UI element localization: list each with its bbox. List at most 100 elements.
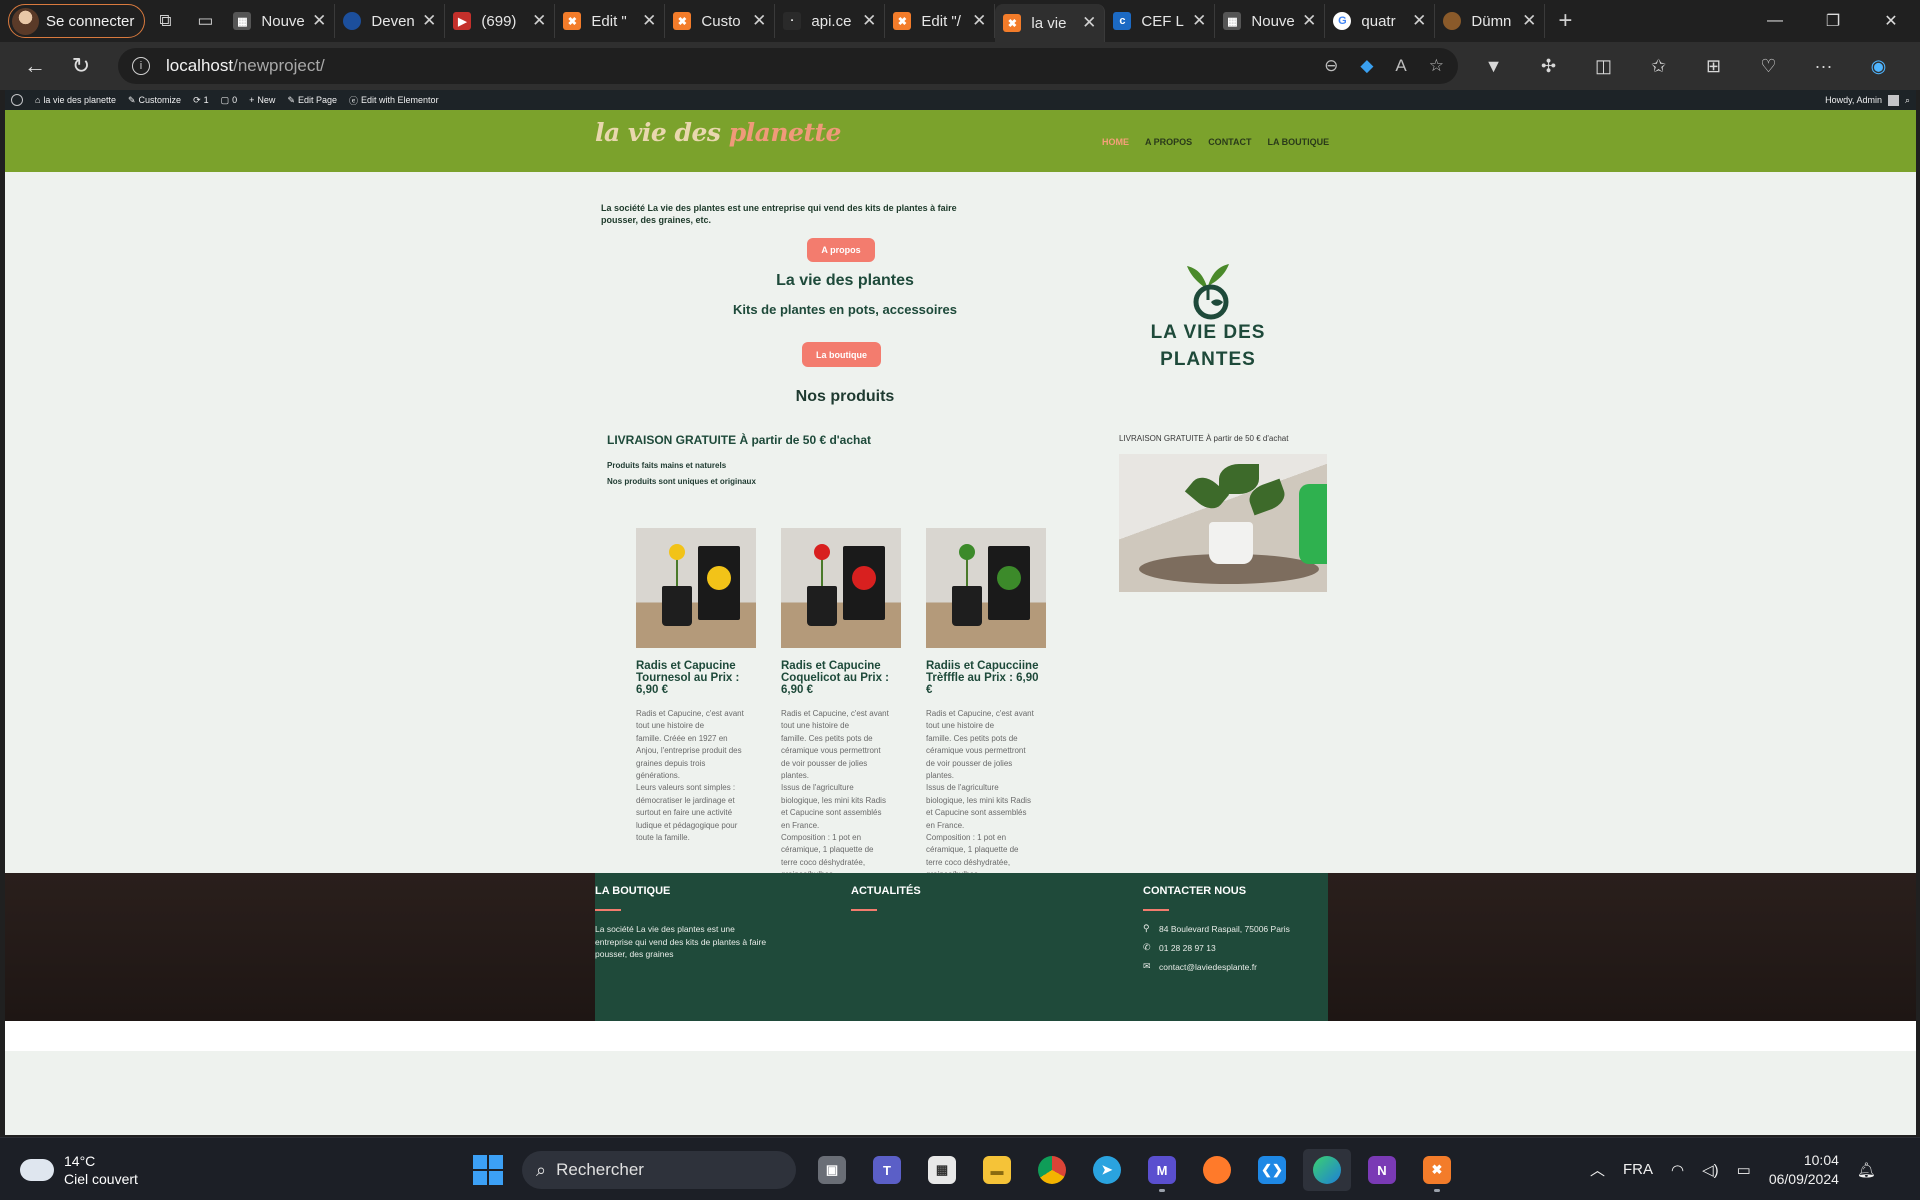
store-icon[interactable]: ▦ — [918, 1149, 966, 1191]
wifi-icon[interactable]: ◠ — [1671, 1161, 1684, 1179]
page-viewport: ⌂ la vie des planette ✎ Customize ⟳ 1 ▢ … — [5, 90, 1916, 1135]
wp-comments[interactable]: ▢ 0 — [221, 95, 238, 106]
product-image[interactable] — [926, 528, 1046, 648]
task-view-icon[interactable]: ▣ — [808, 1149, 856, 1191]
tab-nouveau-1[interactable]: ▦ Nouve ✕ — [225, 4, 336, 38]
close-tab-icon[interactable]: ✕ — [1522, 11, 1536, 31]
close-window-icon[interactable]: ✕ — [1862, 0, 1920, 42]
tab-nouveau-2[interactable]: ▦ Nouve ✕ — [1215, 4, 1326, 38]
close-tab-icon[interactable]: ✕ — [312, 11, 326, 31]
app-icon[interactable]: M — [1138, 1149, 1186, 1192]
tab-la-vie-active[interactable]: ✖ la vie ✕ — [995, 4, 1106, 42]
telegram-icon[interactable]: ➤ — [1083, 1149, 1131, 1191]
site-logo[interactable]: la vie des planette — [595, 118, 841, 147]
close-tab-icon[interactable]: ✕ — [1192, 11, 1206, 31]
close-tab-icon[interactable]: ✕ — [532, 11, 546, 31]
tab-devenir[interactable]: Deven ✕ — [335, 4, 446, 38]
wp-site-name[interactable]: ⌂ la vie des planette — [35, 95, 116, 105]
apropos-button[interactable]: A propos — [807, 238, 875, 262]
volume-icon[interactable]: ◁) — [1702, 1161, 1719, 1179]
taskbar-search[interactable]: ⌕ Rechercher — [522, 1151, 796, 1189]
wp-new[interactable]: + New — [249, 95, 275, 105]
coupon-tag-icon[interactable]: ◆ — [1360, 56, 1373, 76]
tab-youtube[interactable]: ▶ (699) ✕ — [445, 4, 556, 38]
chevron-up-icon[interactable]: ︿ — [1590, 1159, 1605, 1180]
reload-icon[interactable]: ↻ — [58, 46, 104, 86]
close-tab-icon[interactable]: ✕ — [1082, 13, 1096, 33]
wp-edit-page[interactable]: ✎ Edit Page — [287, 95, 337, 106]
site-info-icon[interactable]: i — [132, 57, 150, 75]
product-image[interactable] — [636, 528, 756, 648]
close-tab-icon[interactable]: ✕ — [642, 11, 656, 31]
menu-item-home[interactable]: HOME — [1102, 137, 1129, 147]
boutique-button[interactable]: La boutique — [802, 342, 881, 367]
firefox-icon[interactable] — [1193, 1149, 1241, 1191]
weather-widget[interactable]: 14°C Ciel couvert — [20, 1151, 138, 1188]
tab-google[interactable]: G quatr ✕ — [1325, 4, 1436, 38]
favorites-icon[interactable]: ✩ — [1631, 46, 1686, 86]
chrome-icon[interactable] — [1028, 1149, 1076, 1191]
close-tab-icon[interactable]: ✕ — [1302, 11, 1316, 31]
product-title[interactable]: Radis et Capucine Tournesol au Prix : 6,… — [636, 660, 758, 696]
wp-search-icon[interactable]: ⌕ — [1905, 95, 1910, 106]
page-bottom-strip — [5, 1021, 1916, 1051]
contact-phone[interactable]: ✆ 01 28 28 97 13 — [1143, 942, 1290, 953]
product-title[interactable]: Radis et Capucine Coquelicot au Prix : 6… — [781, 660, 903, 696]
wp-updates[interactable]: ⟳ 1 — [193, 95, 209, 106]
favorite-star-icon[interactable]: ☆ — [1429, 56, 1444, 76]
close-tab-icon[interactable]: ✕ — [422, 11, 436, 31]
language-indicator[interactable]: FRA — [1623, 1161, 1653, 1178]
contact-email[interactable]: ✉ contact@laviedesplante.fr — [1143, 961, 1290, 972]
new-tab-button[interactable]: + — [1545, 4, 1585, 38]
onenote-icon[interactable]: N — [1358, 1149, 1406, 1191]
close-tab-icon[interactable]: ✕ — [972, 11, 986, 31]
profile-button[interactable]: Se connecter — [8, 4, 146, 38]
windows-start-icon[interactable] — [473, 1155, 503, 1185]
workspaces-icon[interactable]: ⧉ — [145, 4, 185, 38]
clock[interactable]: 10:04 06/09/2024 — [1769, 1151, 1839, 1189]
battery-icon[interactable]: ▭ — [1737, 1161, 1751, 1179]
product-title[interactable]: Radiis et Capucciine Trèfffle au Prix : … — [926, 660, 1048, 696]
close-tab-icon[interactable]: ✕ — [1412, 11, 1426, 31]
teams-icon[interactable]: T — [863, 1149, 911, 1191]
wp-edit-elementor[interactable]: ⓔ Edit with Elementor — [349, 94, 439, 107]
menu-item-apropos[interactable]: A PROPOS — [1145, 137, 1192, 147]
copilot-icon[interactable]: ◉ — [1851, 46, 1906, 86]
tab-api[interactable]: · api.ce ✕ — [775, 4, 886, 38]
menu-item-contact[interactable]: CONTACT — [1208, 137, 1251, 147]
wp-howdy[interactable]: Howdy, Admin — [1825, 95, 1882, 105]
address-bar[interactable]: i localhost/newproject/ ⊖ ◆ A ☆ — [118, 48, 1458, 84]
zoom-out-icon[interactable]: ⊖ — [1324, 56, 1338, 76]
read-aloud-icon[interactable]: A — [1395, 56, 1406, 76]
close-tab-icon[interactable]: ✕ — [752, 11, 766, 31]
tab-actions-icon[interactable]: ▭ — [185, 4, 225, 38]
wp-customize[interactable]: ✎ Customize — [128, 95, 181, 106]
brand-logo: LA VIE DES PLANTES — [1123, 252, 1293, 373]
tab-edit-1[interactable]: ✖ Edit " ✕ — [555, 4, 666, 38]
main-menu: HOME A PROPOS CONTACT LA BOUTIQUE — [1102, 137, 1329, 147]
file-explorer-icon[interactable]: ▬ — [973, 1149, 1021, 1191]
split-screen-icon[interactable]: ◫ — [1576, 46, 1631, 86]
more-menu-icon[interactable]: ··· — [1796, 46, 1851, 86]
restore-icon[interactable]: ❐ — [1804, 0, 1862, 42]
vpn-extension-icon[interactable]: ▼ — [1466, 46, 1521, 86]
tab-cef[interactable]: c CEF L ✕ — [1105, 4, 1216, 38]
extensions-icon[interactable]: ✣ — [1521, 46, 1576, 86]
address-bar-actions: ⊖ ◆ A ☆ — [1324, 56, 1444, 76]
minimize-icon[interactable]: — — [1746, 0, 1804, 42]
notification-bell-icon[interactable]: 🔔︎ — [1857, 1161, 1876, 1179]
product-image[interactable] — [781, 528, 901, 648]
edge-icon[interactable] — [1303, 1149, 1351, 1191]
vscode-icon[interactable]: ❮❯ — [1248, 1149, 1296, 1191]
wordpress-logo-icon[interactable] — [11, 94, 23, 106]
close-tab-icon[interactable]: ✕ — [862, 11, 876, 31]
tab-dumn[interactable]: Dümn ✕ — [1435, 4, 1546, 38]
browser-essentials-icon[interactable]: ♡ — [1741, 46, 1796, 86]
tab-edit-2[interactable]: ✖ Edit "/ ✕ — [885, 4, 996, 38]
menu-item-boutique[interactable]: LA BOUTIQUE — [1268, 137, 1330, 147]
xampp-icon[interactable]: ✖ — [1413, 1149, 1461, 1192]
collections-icon[interactable]: ⊞ — [1686, 46, 1741, 86]
tab-customize[interactable]: ✖ Custo ✕ — [665, 4, 776, 38]
back-icon[interactable]: ← — [12, 46, 58, 86]
tab-title: (699) — [481, 12, 517, 30]
